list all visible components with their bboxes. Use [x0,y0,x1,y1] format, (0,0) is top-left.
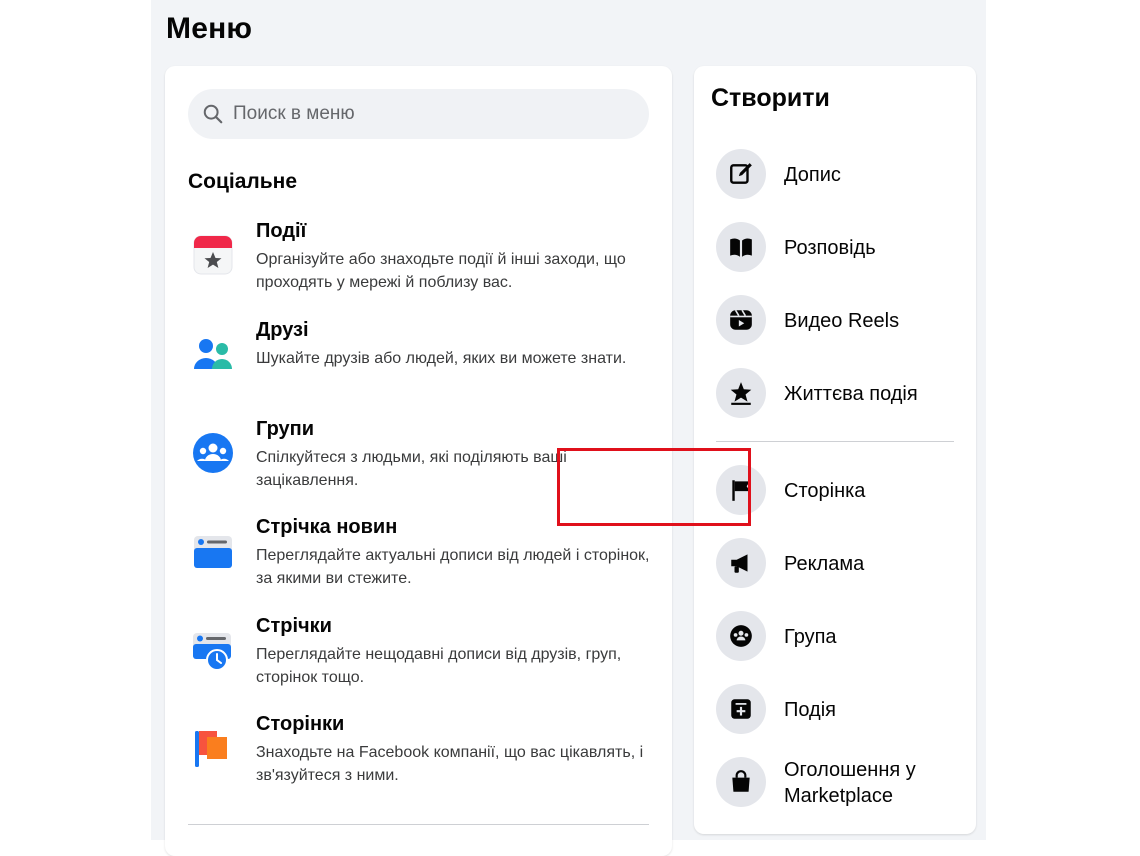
marketplace-bag-icon [732,770,750,792]
menu-item-feeds[interactable]: Стрічки Переглядайте нещодавні дописи ві… [188,615,658,705]
create-title: Створити [711,84,830,112]
menu-item-desc: Шукайте друзів або людей, яких ви можете… [256,350,627,367]
menu-item-desc: Переглядайте нещодавні дописи від друзів… [256,646,622,686]
divider [716,441,954,442]
search-input[interactable]: Поиск в меню [188,89,649,139]
menu-item-desc: Переглядайте актуальні дописи від людей … [256,547,650,587]
create-item-label: Життєва подія [784,383,918,405]
create-item-label: Реклама [784,553,865,575]
create-reels-button[interactable]: Видео Reels [716,295,966,349]
create-item-label: Допис [784,164,841,186]
pages-flag-icon [195,731,227,767]
story-book-icon [730,238,752,257]
menu-item-title: Групи [256,418,315,440]
menu-item-title: Друзі [256,319,309,341]
menu-item-title: Стрічки [256,615,332,637]
create-icon-wrap [716,295,766,345]
event-icon [731,699,751,719]
create-icon-wrap [716,222,766,272]
menu-item-title: Події [256,220,307,242]
create-ad-button[interactable]: Реклама [716,538,966,592]
menu-item-news-feed[interactable]: Стрічка новин Переглядайте актуальні доп… [188,516,658,606]
menu-item-friends[interactable]: Друзі Шукайте друзів або людей, яких ви … [188,319,658,409]
create-page-button[interactable]: Сторінка [716,465,966,519]
life-event-star-icon [730,382,752,405]
groups-icon [193,433,233,473]
create-icon-wrap [716,757,766,807]
reels-icon [730,309,752,330]
create-item-label: Група [784,626,837,648]
menu-item-title: Стрічка новин [256,516,398,538]
section-title-social: Соціальне [188,170,298,193]
menu-page: Меню Поиск в меню Соціальне Події Органі… [151,0,986,856]
create-icon-wrap [716,611,766,661]
calendar-icon [193,235,233,275]
page-title: Меню [166,12,253,45]
search-placeholder: Поиск в меню [233,103,355,124]
menu-item-events[interactable]: Події Організуйте або знаходьте події й … [188,220,658,310]
feeds-clock-icon [193,633,231,671]
create-icon-wrap [716,538,766,588]
group-icon [730,625,752,647]
create-marketplace-listing-button[interactable]: Оголошення у Marketplace [716,757,966,811]
create-story-button[interactable]: Розповідь [716,222,966,276]
highlight-box [557,448,751,526]
megaphone-icon [731,554,748,573]
create-icon-wrap [716,149,766,199]
create-item-label: Розповідь [784,237,876,259]
menu-item-pages[interactable]: Сторінки Знаходьте на Facebook компанії,… [188,713,658,803]
menu-item-desc: Організуйте або знаходьте події й інші з… [256,251,626,291]
create-post-button[interactable]: Допис [716,149,966,203]
divider [188,824,649,825]
create-icon-wrap [716,684,766,734]
friends-icon [194,339,232,369]
create-item-label: Подія [784,699,837,721]
create-group-button[interactable]: Група [716,611,966,665]
create-item-label: Видео Reels [784,310,900,332]
create-item-label: Оголошення у Marketplace [784,759,916,807]
create-item-label: Сторінка [784,480,866,502]
search-icon [203,104,223,124]
edit-post-icon [730,163,752,184]
menu-item-title: Сторінки [256,713,345,735]
create-event-button[interactable]: Подія [716,684,966,738]
menu-item-desc: Знаходьте на Facebook компанії, що вас ц… [256,744,644,784]
feed-icon [194,536,232,568]
create-icon-wrap [716,368,766,418]
create-life-event-button[interactable]: Життєва подія [716,368,966,422]
